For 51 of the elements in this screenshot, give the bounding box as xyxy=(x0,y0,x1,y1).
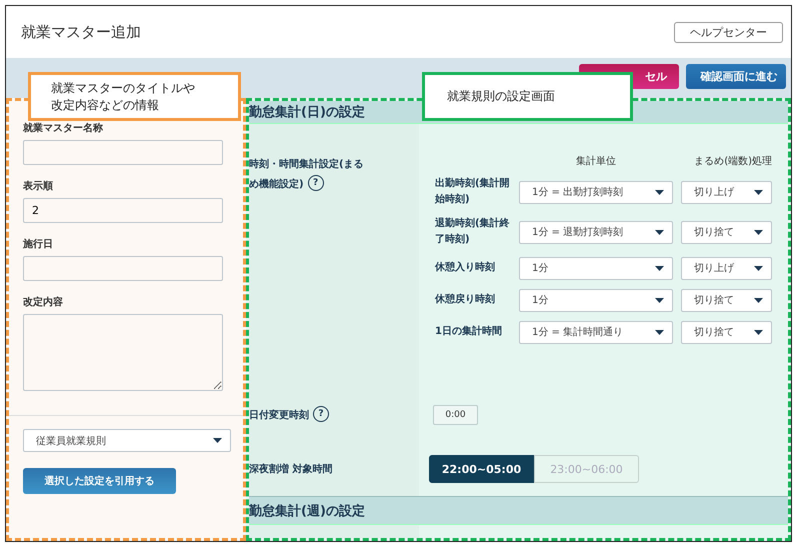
field-label: 就業マスター名称 xyxy=(23,122,104,135)
annotation-tooltip: 就業規則の設定画面 xyxy=(422,72,633,121)
row-label: 出勤時刻(集計開始時刻) xyxy=(435,176,511,207)
time-range-option[interactable]: 22:00~05:00 xyxy=(429,455,534,483)
caret-icon xyxy=(655,298,664,302)
row-label: 退勤時刻(集計終了時刻) xyxy=(435,216,511,247)
confirm-button[interactable]: 確認画面に進む xyxy=(686,64,786,89)
caret-icon xyxy=(754,266,763,270)
setting-label: 日付変更時刻 ? xyxy=(249,403,329,423)
time-field[interactable]: 0:00 xyxy=(433,404,478,424)
caret-icon xyxy=(655,266,664,270)
unit-select[interactable]: 1分 xyxy=(519,288,673,312)
rounding-select[interactable]: 切り捨て xyxy=(681,320,772,344)
help-icon[interactable]: ? xyxy=(308,174,324,191)
copy-settings-button[interactable]: 選択した設定を引用する xyxy=(23,468,176,494)
unit-select[interactable]: 1分 = 退勤打刻時刻 xyxy=(519,220,673,244)
input-field[interactable]: 2 xyxy=(23,198,223,223)
template-select[interactable]: 従業員就業規則 xyxy=(23,429,231,452)
caret-icon xyxy=(754,298,763,302)
caret-icon xyxy=(655,230,664,234)
caret-icon xyxy=(655,190,664,194)
input-field[interactable] xyxy=(23,140,223,165)
field-label: 施行日 xyxy=(23,238,54,251)
caret-icon xyxy=(655,330,664,334)
caret-icon xyxy=(213,438,222,443)
caret-icon xyxy=(754,230,763,234)
column-header: まるめ(端数)処理 xyxy=(694,154,772,168)
unit-select[interactable]: 1分 = 集計時間通り xyxy=(519,320,673,344)
section-header: 勤怠集計(週)の設定 xyxy=(249,496,788,525)
rounding-select[interactable]: 切り上げ xyxy=(681,180,772,204)
column-header: 集計単位 xyxy=(576,154,616,168)
input-field[interactable] xyxy=(23,256,223,281)
setting-label: 時刻・時間集計設定(まるめ機能設定) ? xyxy=(249,157,365,192)
row-label: 1日の集計時間 xyxy=(435,324,503,339)
rounding-select[interactable]: 切り上げ xyxy=(681,256,772,280)
rounding-select[interactable]: 切り捨て xyxy=(681,288,772,312)
row-label: 休憩入り時刻 xyxy=(435,260,496,275)
text-area[interactable] xyxy=(23,314,223,391)
help-center-button[interactable]: ヘルプセンター xyxy=(674,22,783,42)
annotation-tooltip: 就業マスターのタイトルや改定内容などの情報 xyxy=(28,72,241,121)
unit-select[interactable]: 1分 = 出勤打刻時刻 xyxy=(519,180,673,204)
caret-icon xyxy=(754,330,763,334)
field-label: 表示順 xyxy=(23,180,54,193)
help-icon[interactable]: ? xyxy=(313,406,329,422)
page-title: 就業マスター追加 xyxy=(21,22,141,42)
row-label: 休憩戻り時刻 xyxy=(435,292,496,307)
rounding-select[interactable]: 切り捨て xyxy=(681,220,772,244)
caret-icon xyxy=(754,190,763,194)
field-label: 改定内容 xyxy=(23,295,64,309)
unit-select[interactable]: 1分 xyxy=(519,256,673,280)
setting-label: 深夜割増 対象時間 xyxy=(249,462,332,476)
